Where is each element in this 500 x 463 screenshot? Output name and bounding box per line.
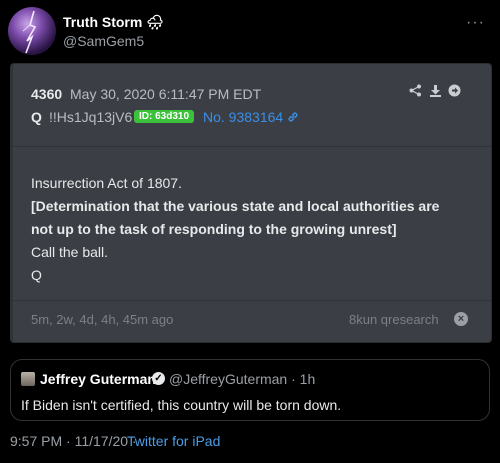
link-icon xyxy=(288,112,298,122)
post-body: Insurrection Act of 1807. [Determination… xyxy=(31,172,481,287)
quoted-handle: @JeffreyGuterman · 1h xyxy=(169,371,316,387)
post-number-link[interactable]: No. 9383164 xyxy=(203,109,299,125)
goto-arrow-icon[interactable] xyxy=(448,84,461,100)
more-options-icon[interactable]: ··· xyxy=(466,14,485,32)
tweet-timestamp[interactable]: 9:57 PM · 11/17/20 · xyxy=(10,433,137,449)
post-number: 4360 xyxy=(31,86,63,102)
post-signature: Q xyxy=(31,267,42,283)
post-age: 5m, 2w, 4d, 4h, 45m ago xyxy=(31,312,174,327)
post-tools xyxy=(409,84,464,100)
post-line: Call the ball. xyxy=(31,244,109,260)
post-line-bold: [Determination that the various state an… xyxy=(31,198,440,214)
display-name[interactable]: Truth Storm 🌧 xyxy=(63,14,164,31)
tweet-source-link[interactable]: Twitter for iPad xyxy=(127,433,220,449)
quoted-avatar xyxy=(21,372,35,386)
post-date: May 30, 2020 6:11:47 PM EDT xyxy=(70,86,262,102)
close-icon[interactable]: × xyxy=(454,312,468,326)
board-name[interactable]: 8kun qresearch xyxy=(349,312,439,327)
post-line-bold: not up to the task of responding to the … xyxy=(31,221,397,237)
avatar[interactable] xyxy=(8,7,56,55)
post-header xyxy=(13,64,491,147)
cloud-rain-icon: 🌧 xyxy=(146,14,165,30)
post-author: Q xyxy=(31,109,42,125)
quoted-text: If Biden isn't certified, this country w… xyxy=(21,397,342,413)
post-line: Insurrection Act of 1807. xyxy=(31,175,182,191)
share-icon[interactable] xyxy=(409,84,426,100)
lightning-icon xyxy=(22,10,37,54)
user-handle[interactable]: @SamGem5 xyxy=(63,33,144,49)
verified-badge-icon: ✓ xyxy=(152,372,165,385)
download-icon[interactable] xyxy=(429,85,446,100)
post-card: 4360 May 30, 2020 6:11:47 PM EDT Q !!Hs1… xyxy=(10,63,492,343)
quoted-display-name: Jeffrey Guterman xyxy=(40,371,156,387)
id-badge[interactable]: ID: 63d310 xyxy=(134,110,195,123)
post-tripcode: !!Hs1Jq13jV6 xyxy=(49,109,133,125)
